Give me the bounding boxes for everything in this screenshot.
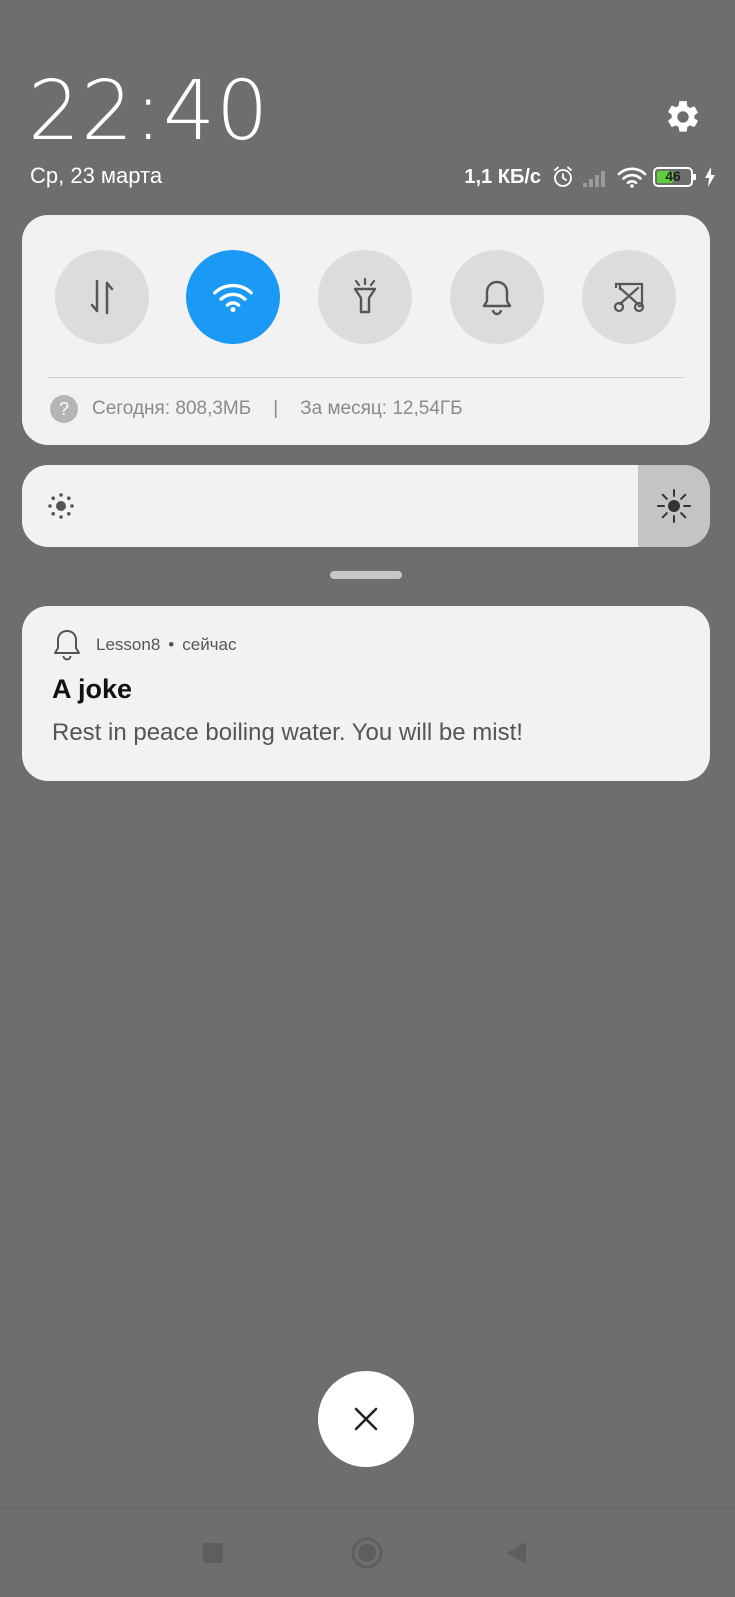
scissors-icon [613, 282, 645, 313]
brightness-low-icon [48, 493, 74, 519]
back-button[interactable] [505, 1541, 527, 1570]
notification-card[interactable]: Lesson8 • сейчас A joke Rest in peace bo… [22, 606, 710, 781]
brightness-high-icon [657, 489, 691, 523]
triangle-back-icon [507, 1542, 526, 1564]
recents-button[interactable] [202, 1542, 224, 1569]
clear-notifications-button[interactable] [318, 1371, 414, 1467]
flashlight-icon [353, 277, 377, 314]
panel-divider [48, 377, 684, 378]
notification-separator: • [168, 635, 175, 654]
clock[interactable]: 22:40 [28, 64, 269, 159]
notification-app-name: Lesson8 [96, 635, 161, 654]
sound-toggle[interactable] [450, 250, 544, 344]
notification-time: сейчас [182, 635, 237, 654]
brightness-slider[interactable] [22, 465, 710, 547]
alarm-icon [554, 166, 572, 187]
network-speed: 1,1 КБ/с [464, 165, 541, 188]
notification-header: Lesson8 • сейчас [52, 628, 237, 662]
home-button[interactable] [350, 1536, 384, 1575]
signal-icon [583, 171, 605, 187]
charging-icon [705, 167, 715, 187]
flashlight-toggle[interactable] [318, 250, 412, 344]
screenshot-toggle[interactable] [582, 250, 676, 344]
date-label[interactable]: Ср, 23 марта [30, 163, 162, 189]
settings-button[interactable] [664, 98, 702, 136]
data-usage[interactable]: ? Сегодня: 808,3МБ | За месяц: 12,54ГБ [50, 395, 463, 423]
notification-text: Rest in peace boiling water. You will be… [52, 719, 523, 746]
mobile-data-toggle[interactable] [55, 250, 149, 344]
quick-settings-panel: ? Сегодня: 808,3МБ | За месяц: 12,54ГБ [22, 215, 710, 445]
notification-bell-icon [54, 630, 80, 661]
brightness-thumb[interactable] [638, 465, 710, 547]
gear-icon [668, 101, 698, 132]
close-icon [354, 1407, 378, 1431]
data-transfer-icon [90, 279, 114, 315]
usage-today: Сегодня: 808,3МБ [92, 398, 252, 419]
battery-icon: 46 [653, 166, 697, 188]
wifi-status-icon [617, 167, 647, 188]
status-bar-icons: 1,1 КБ/с 46 [464, 163, 717, 191]
wifi-icon [213, 283, 253, 313]
circle-icon [351, 1537, 383, 1569]
wifi-toggle[interactable] [186, 250, 280, 344]
help-icon: ? [50, 395, 78, 423]
battery-level: 46 [665, 168, 681, 184]
panel-drag-handle[interactable] [330, 571, 402, 579]
usage-separator: | [273, 398, 279, 419]
usage-month: За месяц: 12,54ГБ [300, 398, 463, 419]
square-icon [203, 1543, 223, 1563]
nav-bar-divider [0, 1508, 735, 1509]
bell-icon [482, 280, 512, 316]
notification-title: A joke [52, 674, 133, 704]
